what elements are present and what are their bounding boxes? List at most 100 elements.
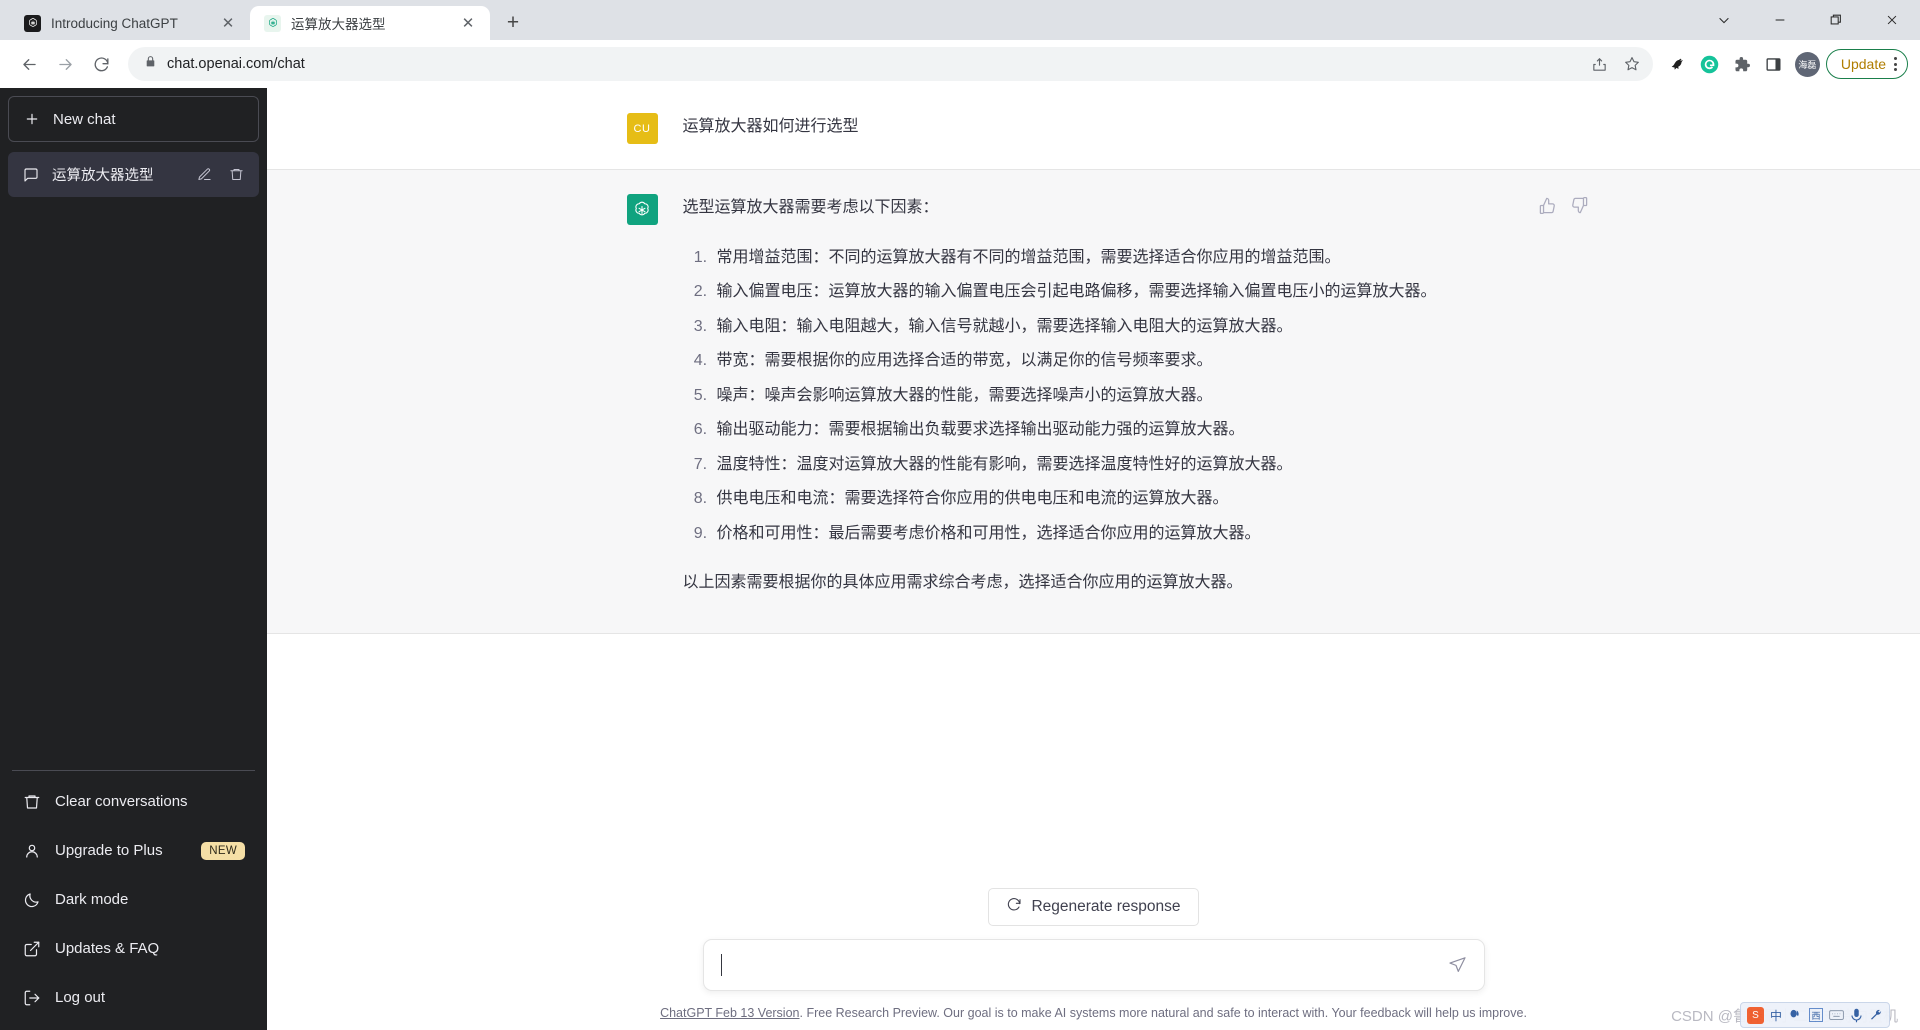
feedback-buttons <box>1537 194 1591 216</box>
assistant-list: 常用增益范围：不同的运算放大器有不同的增益范围，需要选择适合你应用的增益范围。 … <box>683 244 1549 548</box>
tab-close-icon[interactable]: ✕ <box>218 13 238 33</box>
logout-icon <box>22 988 41 1007</box>
ime-toolbar: S 中 西 <box>1739 1002 1890 1028</box>
chat-main: CU 运算放大器如何进行选型 选型运算放大器需要考虑以下因素： 1. 常用增益范… <box>267 88 1920 1030</box>
plus-icon <box>22 110 41 129</box>
trash-icon[interactable] <box>226 165 246 185</box>
ime-punctuation-icon[interactable] <box>1788 1008 1803 1023</box>
assistant-message: 选型运算放大器需要考虑以下因素： 常用增益范围：不同的运算放大器有不同的增益范围… <box>267 169 1920 634</box>
close-window-icon[interactable] <box>1864 0 1920 40</box>
sidebar-item-label: Upgrade to Plus <box>55 842 163 859</box>
ime-chinese-mode-icon[interactable]: 中 <box>1770 1007 1782 1024</box>
list-item: 带宽：需要根据你的应用选择合适的带宽，以满足你的信号频率要求。 <box>712 347 1549 375</box>
version-link[interactable]: ChatGPT Feb 13 Version <box>660 1006 799 1020</box>
chat-sidebar: New chat 运算放大器选型 Clear conversations Upg… <box>0 88 267 1030</box>
list-item: 输出驱动能力：需要根据输出负载要求选择输出驱动能力强的运算放大器。 <box>712 416 1549 444</box>
address-bar[interactable]: chat.openai.com/chat <box>128 47 1653 81</box>
user-message-text: 运算放大器如何进行选型 <box>682 118 859 135</box>
grammarly-icon[interactable] <box>1695 49 1725 79</box>
thumbs-down-icon[interactable] <box>1569 194 1591 216</box>
browser-menu-icon[interactable] <box>1894 57 1897 71</box>
conversation-list: 运算放大器选型 <box>8 152 259 766</box>
profile-avatar[interactable]: 海磊 <box>1794 51 1820 77</box>
pencil-icon[interactable] <box>194 165 214 185</box>
star-icon[interactable] <box>1617 49 1647 79</box>
sidebar-item-log-out[interactable]: Log out <box>8 973 259 1022</box>
browser-tab-1[interactable]: Introducing ChatGPT ✕ <box>10 6 250 40</box>
puzzle-extensions-icon[interactable] <box>1727 49 1757 79</box>
sidebar-item-upgrade-to-plus[interactable]: Upgrade to Plus NEW <box>8 826 259 875</box>
tab-strip: Introducing ChatGPT ✕ 运算放大器选型 ✕ + <box>0 0 1920 40</box>
sogou-ime-logo-icon[interactable]: S <box>1746 1006 1764 1024</box>
composer-area: Regenerate response ChatGPT Feb 13 Versi… <box>267 887 1920 1030</box>
tab-search-chevron-icon[interactable] <box>1696 0 1752 40</box>
sidebar-divider <box>12 770 255 771</box>
page-content: New chat 运算放大器选型 Clear conversations Upg… <box>0 88 1920 1030</box>
ime-settings-wrench-icon[interactable] <box>1869 1008 1883 1022</box>
openai-logo-light-icon <box>264 14 281 32</box>
sidebar-item-dark-mode[interactable]: Dark mode <box>8 875 259 924</box>
regenerate-response-button[interactable]: Regenerate response <box>988 887 1199 926</box>
share-icon[interactable] <box>1585 49 1615 79</box>
thumbs-up-icon[interactable] <box>1537 194 1559 216</box>
user-message-body: 运算放大器如何进行选型 <box>683 113 1549 144</box>
conversation-title: 运算放大器选型 <box>52 168 154 184</box>
list-item: 温度特性：温度对运算放大器的性能有影响，需要选择温度特性好的运算放大器。 <box>712 451 1549 479</box>
sidebar-item-label: Clear conversations <box>55 793 188 810</box>
url-text: chat.openai.com/chat <box>167 56 305 72</box>
sidebar-item-clear-conversations[interactable]: Clear conversations <box>8 777 259 826</box>
send-plane-icon[interactable] <box>1446 953 1470 977</box>
list-item: 常用增益范围：不同的运算放大器有不同的增益范围，需要选择适合你应用的增益范围。 <box>712 244 1549 272</box>
chat-bubble-icon <box>21 165 40 184</box>
assistant-intro: 选型运算放大器需要考虑以下因素： <box>682 199 939 216</box>
new-chat-button[interactable]: New chat <box>8 96 259 142</box>
sidebar-item-label: Dark mode <box>55 891 129 908</box>
avatar: CU <box>626 113 658 144</box>
refresh-icon <box>1006 896 1022 917</box>
list-item: 供电电压和电流：需要选择符合你应用的供电电压和电流的运算放大器。 <box>712 485 1549 513</box>
list-item: 价格和可用性：最后需要考虑价格和可用性，选择适合你应用的运算放大器。 <box>712 520 1549 548</box>
forward-icon[interactable] <box>48 47 82 81</box>
openai-logo-icon <box>626 194 658 225</box>
tab-close-icon[interactable]: ✕ <box>458 13 478 33</box>
tab-title: Introducing ChatGPT <box>51 15 178 31</box>
tab-title: 运算放大器选型 <box>291 17 386 32</box>
side-panel-icon[interactable] <box>1759 49 1789 79</box>
sidebar-item-updates-faq[interactable]: Updates & FAQ <box>8 924 259 973</box>
new-badge: NEW <box>201 841 245 860</box>
lock-icon <box>144 55 157 73</box>
maximize-restore-icon[interactable] <box>1808 0 1864 40</box>
new-tab-button[interactable]: + <box>498 7 528 37</box>
back-icon[interactable] <box>12 47 46 81</box>
message-input-wrapper[interactable] <box>702 938 1485 991</box>
list-item: 输入偏置电压：运算放大器的输入偏置电压会引起电路偏移，需要选择输入偏置电压小的运… <box>712 278 1549 306</box>
minimize-icon[interactable] <box>1752 0 1808 40</box>
ime-input-method-icon[interactable]: 西 <box>1809 1008 1823 1022</box>
message-list: CU 运算放大器如何进行选型 选型运算放大器需要考虑以下因素： 1. 常用增益范… <box>267 88 1920 888</box>
external-link-icon <box>22 939 41 958</box>
conversation-item[interactable]: 运算放大器选型 <box>8 152 259 197</box>
list-item: 输入电阻：输入电阻越大，输入信号就越小，需要选择输入电阻大的运算放大器。 <box>712 313 1549 341</box>
reload-icon[interactable] <box>84 47 118 81</box>
update-button-label: Update <box>1840 56 1886 72</box>
window-controls <box>1696 0 1920 40</box>
omnibox-actions <box>1585 49 1647 79</box>
ime-voice-icon[interactable] <box>1850 1008 1863 1023</box>
openai-logo-dark-icon <box>24 14 41 32</box>
footer-note: ChatGPT Feb 13 Version. Free Research Pr… <box>660 1005 1527 1023</box>
assistant-closing: 以上因素需要根据你的具体应用需求综合考虑，选择适合你应用的运算放大器。 <box>682 574 1243 592</box>
sidebar-item-label: Updates & FAQ <box>55 940 160 957</box>
browser-toolbar: chat.openai.com/chat 海磊 Update <box>0 40 1920 88</box>
person-icon <box>22 841 41 860</box>
user-message: CU 运算放大器如何进行选型 <box>267 88 1920 169</box>
sidebar-item-label: Log out <box>55 989 106 1006</box>
update-button[interactable]: Update <box>1825 49 1908 79</box>
bird-extension-icon[interactable] <box>1663 49 1693 79</box>
text-cursor <box>720 953 722 976</box>
ime-keyboard-icon[interactable] <box>1829 1009 1844 1021</box>
regenerate-label: Regenerate response <box>1031 897 1181 915</box>
list-item: 噪声：噪声会影响运算放大器的性能，需要选择噪声小的运算放大器。 <box>712 382 1549 410</box>
assistant-message-body: 选型运算放大器需要考虑以下因素： 常用增益范围：不同的运算放大器有不同的增益范围… <box>683 194 1549 597</box>
browser-tab-2[interactable]: 运算放大器选型 ✕ <box>250 6 490 40</box>
moon-icon <box>22 890 41 909</box>
